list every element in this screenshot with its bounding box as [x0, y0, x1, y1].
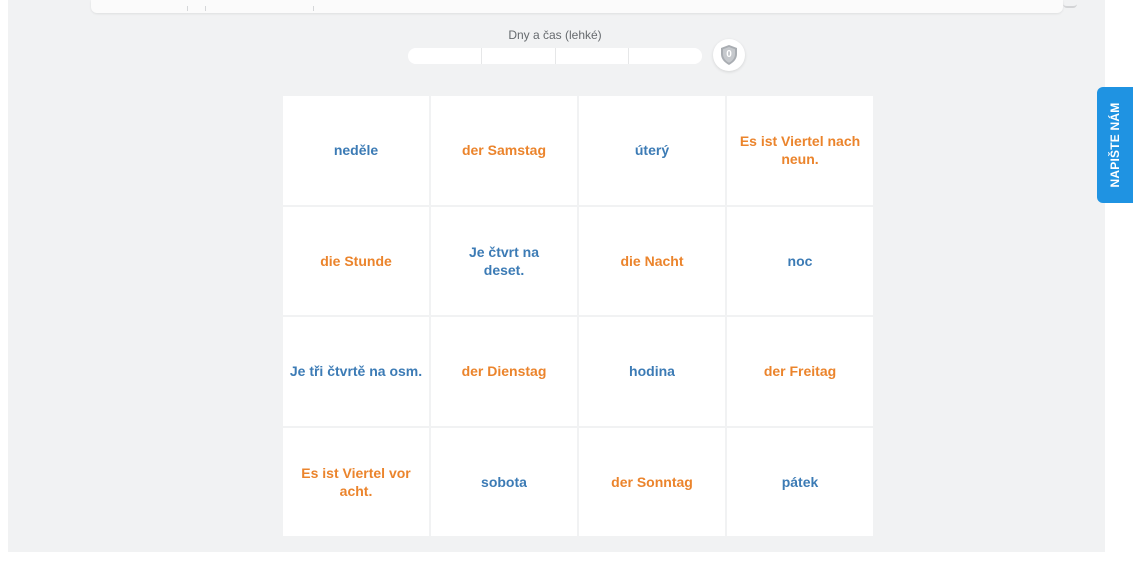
word-card[interactable]: sobota	[431, 427, 577, 536]
word-card[interactable]: Je tři čtvrtě na osm.	[283, 317, 429, 426]
word-card[interactable]: úterý	[579, 96, 725, 205]
word-card[interactable]: die Stunde	[283, 206, 429, 315]
progress-segment	[481, 48, 556, 64]
progress-segment	[408, 48, 482, 64]
top-right-tab[interactable]	[1063, 0, 1077, 8]
nav-separator	[205, 6, 206, 11]
progress-segment	[629, 48, 702, 64]
score-value: 0	[726, 49, 732, 60]
word-card[interactable]: der Samstag	[431, 96, 577, 205]
top-navigation-bar	[91, 0, 1063, 13]
app-background: Dny a čas (lehké) 0 neděle der Samstag úte…	[8, 0, 1105, 552]
feedback-button[interactable]: NAPIŠTE NÁM	[1097, 87, 1133, 203]
word-card[interactable]: pátek	[727, 427, 873, 536]
word-card[interactable]: Es ist Viertel vor acht.	[283, 427, 429, 536]
card-grid: neděle der Samstag úterý Es ist Viertel nac…	[283, 96, 873, 538]
feedback-button-label: NAPIŠTE NÁM	[1108, 102, 1122, 188]
score-badge: 0	[713, 39, 745, 71]
word-card[interactable]: neděle	[283, 96, 429, 205]
progress-bar	[408, 48, 702, 64]
word-card[interactable]: noc	[727, 206, 873, 315]
word-card[interactable]: der Freitag	[727, 317, 873, 426]
quiz-title: Dny a čas (lehké)	[508, 28, 602, 42]
word-card[interactable]: der Sonntag	[579, 427, 725, 536]
word-card[interactable]: der Dienstag	[431, 317, 577, 426]
nav-separator	[313, 6, 314, 11]
progress-segment	[555, 48, 630, 64]
word-card[interactable]: Es ist Viertel nach neun.	[727, 96, 873, 205]
word-card[interactable]: die Nacht	[579, 206, 725, 315]
word-card[interactable]: Je čtvrt na deset.	[431, 206, 577, 315]
nav-separator	[187, 6, 188, 11]
word-card[interactable]: hodina	[579, 317, 725, 426]
